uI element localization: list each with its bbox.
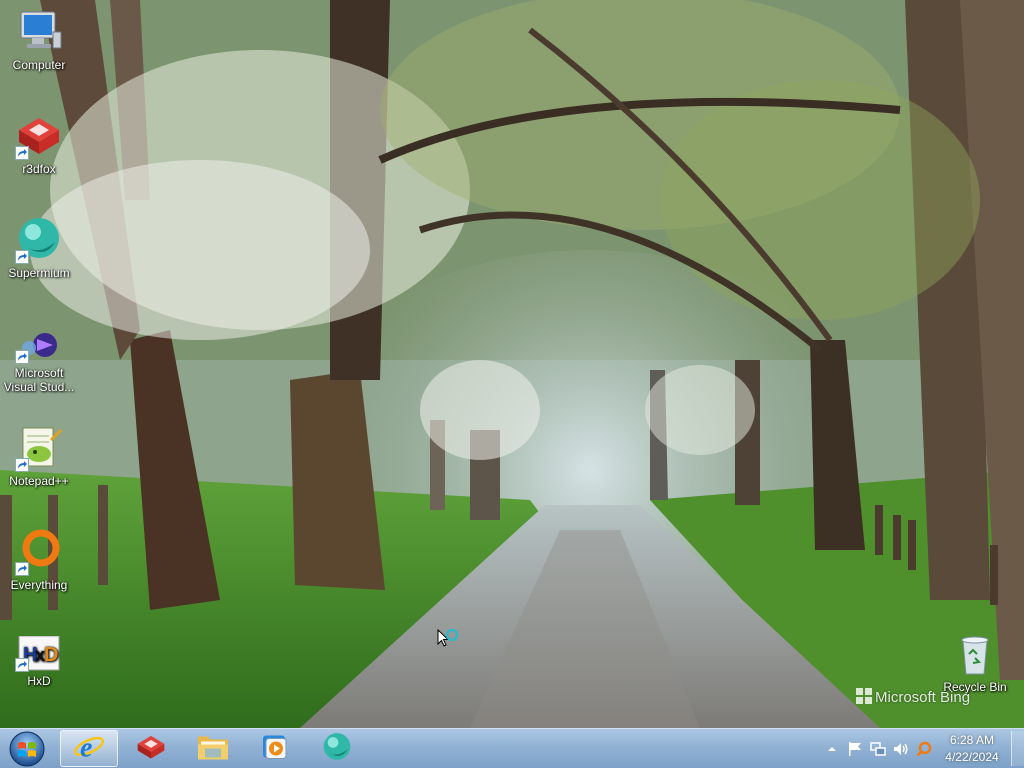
folder-icon: [197, 732, 229, 765]
r3dfox-icon: [135, 732, 167, 765]
taskbar-r3dfox[interactable]: [122, 730, 180, 767]
supermium-icon: [15, 216, 63, 264]
clock[interactable]: 6:28 AM 4/22/2024: [936, 732, 1008, 766]
desktop-icon-label: Microsoft Visual Stud...: [3, 366, 75, 394]
computer-icon: [15, 8, 63, 56]
recycle-bin-icon: [951, 630, 999, 678]
start-button[interactable]: [4, 730, 50, 768]
shortcut-arrow-icon: [15, 146, 29, 160]
system-tray: 6:28 AM 4/22/2024: [814, 729, 1024, 769]
desktop-icon-recycle-bin[interactable]: Recycle Bin: [937, 630, 1013, 694]
svg-text:D: D: [44, 644, 58, 666]
clock-date: 4/22/2024: [945, 750, 999, 764]
shortcut-arrow-icon: [15, 250, 29, 264]
windows-logo-icon: [9, 731, 45, 767]
notepadpp-icon: [15, 424, 63, 472]
hxd-icon: H x D: [15, 635, 63, 672]
taskbar-windows-media-player[interactable]: [246, 730, 304, 767]
show-hidden-icons-arrow[interactable]: [824, 741, 840, 757]
bing-logo-icon: [856, 688, 872, 704]
network-icon[interactable]: [870, 741, 886, 757]
svg-text:e: e: [80, 732, 92, 762]
show-desktop-button[interactable]: [1011, 731, 1024, 766]
supermium-icon: [321, 730, 353, 767]
r3dfox-icon: [15, 112, 63, 160]
taskbar: e 6:28 AM 4/22/2024: [0, 728, 1024, 768]
bing-watermark-text: Microsoft Bing: [875, 689, 971, 706]
desktop-icon-visual-studio[interactable]: Microsoft Visual Stud...: [1, 330, 77, 394]
desktop-icon-supermium[interactable]: Supermium: [1, 216, 77, 280]
clock-time: 6:28 AM: [949, 733, 995, 747]
desktop-icon-label: Computer: [12, 58, 66, 72]
search-icon[interactable]: [916, 741, 932, 757]
desktop-icon-r3dfox[interactable]: r3dfox: [1, 112, 77, 176]
action-center-flag-icon[interactable]: [847, 741, 863, 757]
busy-cursor-icon: [437, 628, 463, 656]
taskbar-windows-explorer[interactable]: [184, 730, 242, 767]
shortcut-arrow-icon: [15, 562, 29, 576]
desktop-icon-notepadpp[interactable]: Notepad++: [1, 424, 77, 488]
desktop-icon-label: HxD: [27, 674, 51, 688]
media-player-icon: [261, 732, 289, 765]
desktop-icon-label: Supermium: [8, 266, 70, 280]
everything-icon: [15, 528, 63, 576]
desktop-icon-computer[interactable]: Computer: [1, 8, 77, 72]
shortcut-arrow-icon: [15, 458, 29, 472]
desktop-icon-label: Everything: [10, 578, 68, 592]
visual-studio-icon: [15, 330, 63, 364]
shortcut-arrow-icon: [15, 658, 29, 672]
taskbar-supermium[interactable]: [308, 730, 366, 767]
taskbar-internet-explorer[interactable]: e: [60, 730, 118, 767]
ie-icon: e: [73, 730, 105, 767]
shortcut-arrow-icon: [15, 350, 29, 364]
desktop[interactable]: Computer r3dfox Supermium Microsoft Visu…: [0, 0, 1024, 728]
bing-watermark: Microsoft Bing: [856, 688, 970, 706]
desktop-icon-hxd[interactable]: H x D HxD: [1, 635, 77, 688]
wallpaper-image: [0, 0, 1024, 728]
desktop-icon-everything[interactable]: Everything: [1, 528, 77, 592]
desktop-icon-label: r3dfox: [22, 162, 56, 176]
desktop-icon-label: Notepad++: [9, 474, 69, 488]
volume-icon[interactable]: [893, 741, 909, 757]
